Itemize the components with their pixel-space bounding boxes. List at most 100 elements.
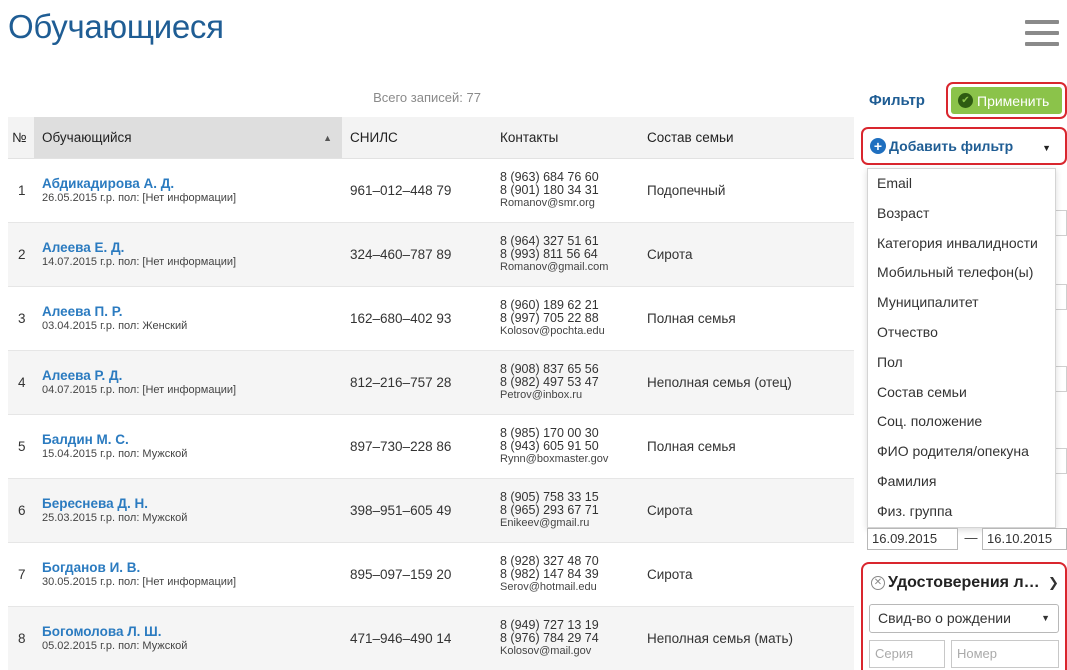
student-name-link[interactable]: Богомолова Л. Ш. [42,624,342,639]
filter-option[interactable]: Категория инвалидности [868,229,1055,259]
contacts-cell: 8 (928) 327 48 70 8 (982) 147 84 39 Serov@… [492,542,639,607]
filter-option[interactable]: Возраст [868,199,1055,229]
student-cell: Богданов И. В. 30.05.2015 г.р. пол: [Нет … [34,542,342,607]
date-separator: — [964,530,978,545]
filter-option[interactable]: Фамилия [868,467,1055,497]
date-from-input[interactable]: 16.09.2015 [867,528,958,550]
column-header-family[interactable]: Состав семьи [639,117,854,159]
table-row[interactable]: 7 Богданов И. В. 30.05.2015 г.р. пол: [Нет… [8,542,854,607]
filter-option[interactable]: Муниципалитет [868,288,1055,318]
date-to-input[interactable]: 16.10.2015 [982,528,1067,550]
add-filter-dropdown[interactable]: + Добавить фильтр ▼ [861,127,1067,165]
phone-secondary: 8 (982) 147 84 39 [500,566,599,581]
student-cell: Алеева П. Р. 03.04.2015 г.р. пол: Женский [34,286,342,351]
phone-secondary: 8 (976) 784 29 74 [500,630,599,645]
number-input[interactable]: Номер [951,640,1059,668]
remove-filter-icon[interactable]: ✕ [871,576,885,590]
contacts-cell: 8 (905) 758 33 15 8 (965) 293 67 71 Enikee… [492,478,639,543]
student-name-link[interactable]: Береснева Д. Н. [42,496,342,511]
snils-cell: 895–097–159 20 [342,542,492,607]
apply-button-highlight: ✔ Применить [946,82,1067,119]
series-input[interactable]: Серия [869,640,945,668]
filter-label: Фильтр [869,92,925,109]
add-filter-label: Добавить фильтр [889,138,1014,154]
student-name-link[interactable]: Богданов И. В. [42,560,342,575]
apply-button[interactable]: ✔ Применить [951,87,1062,114]
filter-option[interactable]: Мобильный телефон(ы) [868,258,1055,288]
email: Serov@hotmail.edu [500,580,597,593]
student-cell: Алеева Е. Д. 14.07.2015 г.р. пол: [Нет ин… [34,222,342,287]
table-row[interactable]: 4 Алеева Р. Д. 04.07.2015 г.р. пол: [Нет и… [8,350,854,415]
contacts-cell: 8 (949) 727 13 19 8 (976) 784 29 74 Koloso… [492,606,639,670]
hamburger-menu-icon[interactable] [1025,20,1059,46]
row-number: 4 [8,350,34,415]
row-number: 8 [8,606,34,670]
phone-secondary: 8 (901) 180 34 31 [500,182,599,197]
family-cell: Сирота [639,478,854,543]
certificate-filter-title: Удостоверения ли... [888,574,1046,591]
phone-primary: 8 (963) 684 76 60 [500,169,599,184]
phone-primary: 8 (964) 327 51 61 [500,233,599,248]
column-header-snils[interactable]: СНИЛС [342,117,492,159]
caret-down-icon: ▼ [1042,143,1051,153]
row-number: 5 [8,414,34,479]
phone-primary: 8 (985) 170 00 30 [500,425,599,440]
phone-secondary: 8 (943) 605 91 50 [500,438,599,453]
student-cell: Богомолова Л. Ш. 05.02.2015 г.р. пол: Муж… [34,606,342,670]
filter-option[interactable]: ФИО родителя/опекуна [868,437,1055,467]
plus-icon: + [870,138,886,154]
table-row[interactable]: 3 Алеева П. Р. 03.04.2015 г.р. пол: Женски… [8,286,854,351]
column-header-contacts[interactable]: Контакты [492,117,639,159]
student-name-link[interactable]: Абдикадирова А. Д. [42,176,342,191]
chevron-down-icon[interactable]: ❯ [1048,575,1059,591]
document-type-value: Свид-во о рождении [878,610,1011,626]
student-details: 04.07.2015 г.р. пол: [Нет информации] [42,384,237,396]
family-cell: Сирота [639,222,854,287]
filter-option[interactable]: Состав семьи [868,378,1055,408]
students-table: № Обучающийся ▲ СНИЛС Контакты Состав сем… [8,117,854,670]
table-row[interactable]: 8 Богомолова Л. Ш. 05.02.2015 г.р. пол: Му… [8,606,854,670]
contacts-cell: 8 (960) 189 62 21 8 (997) 705 22 88 Koloso… [492,286,639,351]
table-row[interactable]: 5 Балдин М. С. 15.04.2015 г.р. пол: Мужско… [8,414,854,479]
snils-cell: 812–216–757 28 [342,350,492,415]
student-name-link[interactable]: Алеева Е. Д. [42,240,342,255]
page-title: Обучающиеся [8,8,224,45]
family-cell: Неполная семья (отец) [639,350,854,415]
email: Petrov@inbox.ru [500,388,583,401]
filter-option[interactable]: Отчество [868,318,1055,348]
sort-asc-icon: ▲ [323,132,332,143]
column-header-student[interactable]: Обучающийся ▲ [34,117,342,159]
student-name-link[interactable]: Алеева П. Р. [42,304,342,319]
certificate-filter-highlight: ✕ Удостоверения ли... ❯ Свид-во о рожден… [861,562,1067,670]
filter-option[interactable]: Соц. положение [868,407,1055,437]
student-details: 26.05.2015 г.р. пол: [Нет информации] [42,192,237,204]
email: Romanov@smr.org [500,196,595,209]
filter-option[interactable]: Физ. группа [868,497,1055,527]
email: Kolosov@pochta.edu [500,324,605,337]
student-name-link[interactable]: Балдин М. С. [42,432,342,447]
student-cell: Алеева Р. Д. 04.07.2015 г.р. пол: [Нет ин… [34,350,342,415]
row-number: 6 [8,478,34,543]
email: Enikeev@gmail.ru [500,516,590,529]
contacts-cell: 8 (964) 327 51 61 8 (993) 811 56 64 Romano… [492,222,639,287]
filter-options-list: Email Возраст Категория инвалидности Мобиль… [867,168,1056,528]
student-details: 14.07.2015 г.р. пол: [Нет информации] [42,256,237,268]
filter-option[interactable]: Email [868,169,1055,199]
phone-secondary: 8 (965) 293 67 71 [500,502,599,517]
column-header-student-label: Обучающийся [42,129,132,145]
snils-cell: 398–951–605 49 [342,478,492,543]
family-cell: Подопечный [639,158,854,223]
phone-primary: 8 (960) 189 62 21 [500,297,599,312]
row-number: 3 [8,286,34,351]
table-row[interactable]: 1 Абдикадирова А. Д. 26.05.2015 г.р. пол: … [8,158,854,223]
student-details: 25.03.2015 г.р. пол: Мужской [42,512,188,524]
phone-secondary: 8 (993) 811 56 64 [500,246,598,261]
certificate-filter-header: ✕ Удостоверения ли... ❯ [871,574,1066,592]
document-type-select[interactable]: Свид-во о рождении ▼ [869,604,1059,633]
student-name-link[interactable]: Алеева Р. Д. [42,368,342,383]
table-row[interactable]: 6 Береснева Д. Н. 25.03.2015 г.р. пол: Муж… [8,478,854,543]
filter-option[interactable]: Пол [868,348,1055,378]
student-cell: Абдикадирова А. Д. 26.05.2015 г.р. пол: [… [34,158,342,223]
phone-secondary: 8 (997) 705 22 88 [500,310,599,325]
table-row[interactable]: 2 Алеева Е. Д. 14.07.2015 г.р. пол: [Нет и… [8,222,854,287]
